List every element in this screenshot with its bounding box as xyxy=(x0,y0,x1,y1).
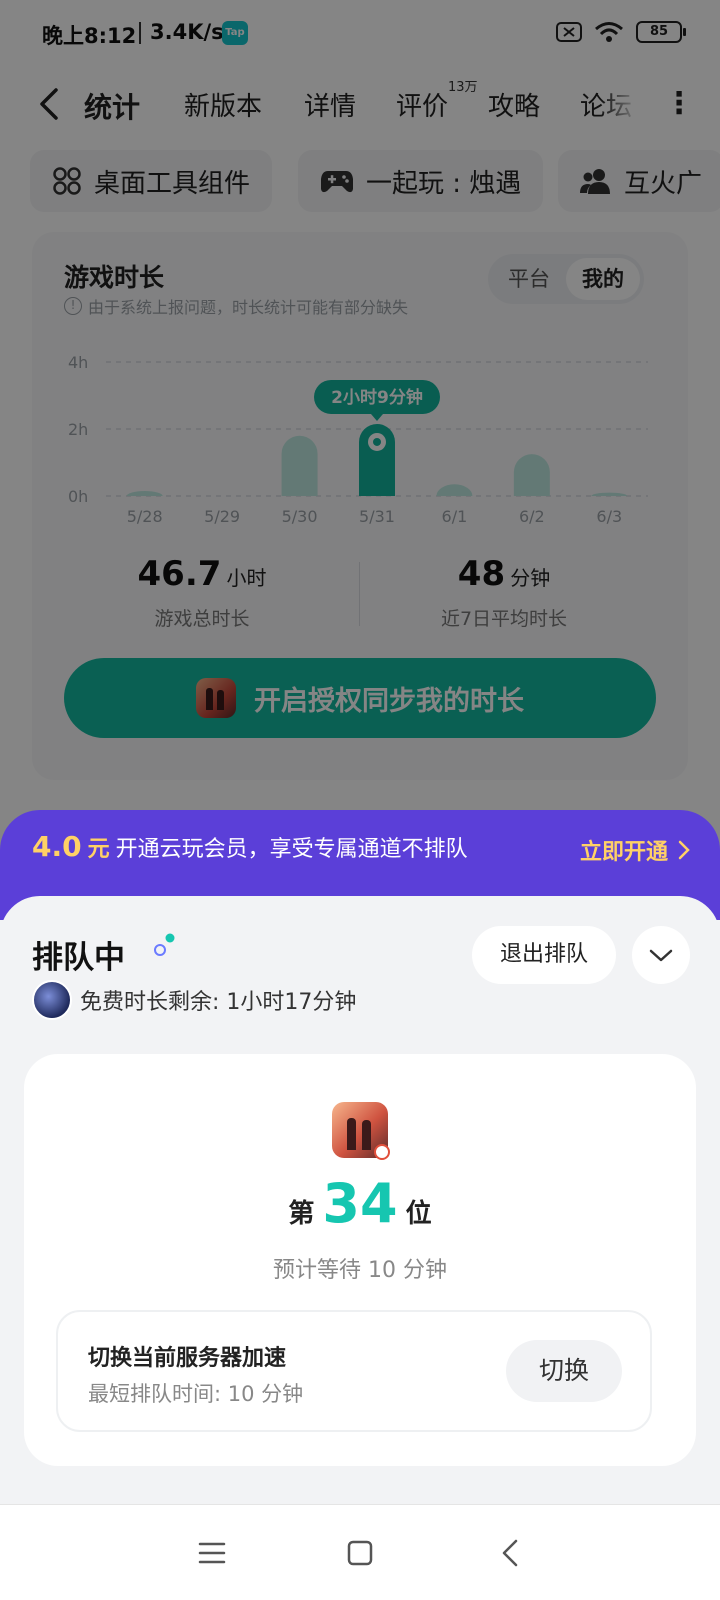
free-time-remaining: 免费时长剩余: 1小时17分钟 xyxy=(32,980,356,1020)
promo-message: 开通云玩会员，享受专属通道不排队 xyxy=(115,837,468,862)
server-switch-title: 切换当前服务器加速 xyxy=(88,1346,287,1371)
back-icon[interactable] xyxy=(494,1535,530,1571)
server-switch-panel: 切换当前服务器加速 最短排队时间: 10 分钟 切换 xyxy=(56,1310,652,1432)
platform-badge-icon xyxy=(374,1144,390,1160)
promo-text: 4.0 元 开通云玩会员，享受专属通道不排队 xyxy=(32,830,468,863)
system-navigation-bar xyxy=(0,1504,720,1600)
activate-now-label: 立即开通 xyxy=(579,840,668,865)
chevron-down-icon xyxy=(649,949,673,962)
promo-price: 4.0 xyxy=(32,830,82,863)
menu-icon[interactable] xyxy=(194,1535,230,1571)
server-switch-subtitle: 最短排队时间: 10 分钟 xyxy=(88,1382,304,1406)
promo-currency: 元 xyxy=(87,837,110,862)
activate-now-link[interactable]: 立即开通 xyxy=(580,834,690,866)
home-icon[interactable] xyxy=(342,1535,378,1571)
free-time-text: 免费时长剩余: 1小时17分钟 xyxy=(80,990,357,1015)
loading-dots-icon xyxy=(154,933,175,956)
estimated-wait: 预计等待 10 分钟 xyxy=(273,1258,447,1283)
queue-position-card: 第 34 位 预计等待 10 分钟 切换当前服务器加速 最短排队时间: 10 分… xyxy=(24,1054,696,1466)
queue-sheet: 排队中 免费时长剩余: 1小时17分钟 退出排队 第 34 位 预计等待 10 … xyxy=(0,896,720,1504)
collapse-button[interactable] xyxy=(632,926,690,984)
rank-suffix: 位 xyxy=(405,1199,432,1229)
queue-rank: 第 34 位 xyxy=(24,1172,696,1235)
modal-overlay[interactable] xyxy=(0,0,720,860)
switch-server-button[interactable]: 切换 xyxy=(506,1340,622,1402)
queue-title: 排队中 xyxy=(32,940,125,976)
rank-number: 34 xyxy=(322,1172,398,1235)
rank-prefix: 第 xyxy=(288,1199,315,1229)
chevron-right-icon xyxy=(678,840,690,860)
avatar xyxy=(32,980,72,1020)
exit-queue-button[interactable]: 退出排队 xyxy=(472,926,616,984)
